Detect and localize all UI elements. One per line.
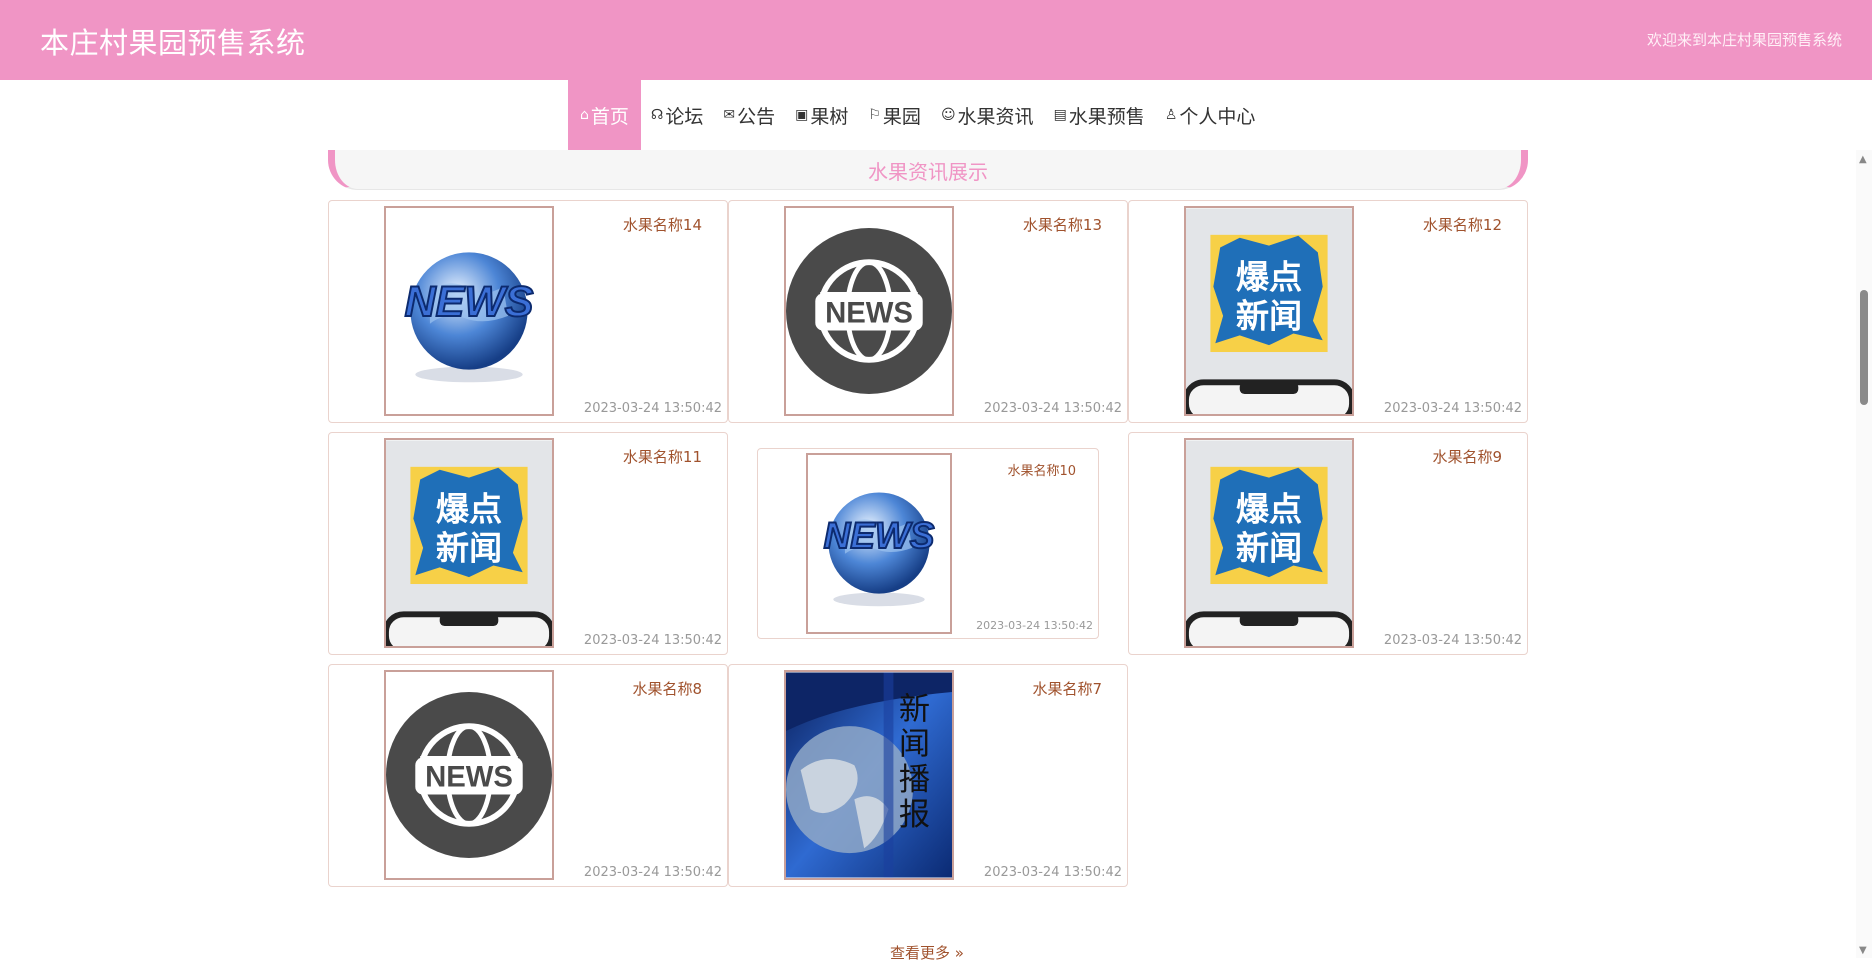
svg-text:新闻: 新闻	[1236, 297, 1302, 336]
nav-item-label: 个人中心	[1179, 105, 1256, 128]
news-title[interactable]: 水果名称9	[1432, 446, 1502, 467]
news-thumbnail[interactable]: NEWS	[784, 206, 954, 416]
news-card[interactable]: NEWS 水果名称8 2023-03-24 13:50:42	[328, 664, 728, 887]
svg-text:新闻: 新闻	[436, 529, 502, 568]
nav-item-label: 论坛	[665, 105, 704, 128]
news-time: 2023-03-24 13:50:42	[976, 619, 1093, 632]
svg-text:NEWS: NEWS	[405, 278, 534, 326]
nav-item-label: 水果预售	[1068, 105, 1145, 128]
news-thumbnail[interactable]: NEWS	[384, 670, 554, 880]
bao-dian-xin-wen-image: 爆点 新闻	[1186, 208, 1352, 414]
news-thumbnail[interactable]: 爆点 新闻	[1184, 438, 1354, 648]
page-scrollbar[interactable]: ▲ ▼	[1856, 150, 1872, 958]
xin-wen-bo-bao-image: 新闻播报	[786, 672, 952, 878]
svg-text:NEWS: NEWS	[824, 515, 935, 556]
svg-text:NEWS: NEWS	[825, 297, 913, 330]
news-card[interactable]: NEWS 水果名称10 2023-03-24 13:50:42	[757, 448, 1099, 639]
gift-icon: ▣	[795, 107, 809, 123]
news-card[interactable]: NEWS 水果名称13 2023-03-24 13:50:42	[728, 200, 1128, 423]
news-time: 2023-03-24 13:50:42	[583, 865, 722, 880]
section-title: 水果资讯展示	[868, 160, 988, 184]
scroll-down-arrow-icon[interactable]: ▼	[1859, 945, 1867, 956]
news-circle-image: NEWS	[386, 672, 552, 878]
news-title[interactable]: 水果名称10	[1007, 460, 1076, 479]
nav-item-profile[interactable]: ♙ 个人中心	[1155, 80, 1266, 150]
svg-text:新闻播报: 新闻播报	[893, 692, 930, 833]
svg-text:爆点: 爆点	[1236, 490, 1302, 529]
svg-text:爆点: 爆点	[436, 490, 502, 529]
site-title: 本庄村果园预售系统	[40, 26, 306, 60]
news-title[interactable]: 水果名称12	[1423, 214, 1502, 235]
user-icon: ♙	[1164, 107, 1178, 123]
main-nav: ⌂ 首页 ☊ 论坛 ✉ 公告 ▣ 果树 ⚐ 果园 ☺ 水果资讯 ▤ 水果预售 ♙…	[568, 80, 1265, 150]
section-heading: 水果资讯展示	[328, 150, 1528, 190]
news-title[interactable]: 水果名称14	[623, 214, 702, 235]
view-more-link[interactable]: 查看更多 »	[890, 942, 964, 963]
mail-icon: ✉	[723, 107, 736, 123]
scrollbar-thumb[interactable]	[1860, 290, 1868, 405]
svg-text:新闻: 新闻	[1236, 529, 1302, 568]
home-icon: ⌂	[580, 107, 589, 123]
news-title[interactable]: 水果名称13	[1023, 214, 1102, 235]
svg-text:NEWS: NEWS	[425, 761, 513, 794]
news-time: 2023-03-24 13:50:42	[583, 633, 722, 648]
news-thumbnail[interactable]: NEWS	[806, 453, 952, 634]
globe-news-image: NEWS	[808, 455, 950, 632]
news-time: 2023-03-24 13:50:42	[983, 865, 1122, 880]
svg-text:爆点: 爆点	[1236, 258, 1302, 297]
news-card[interactable]: 爆点 新闻 水果名称9 2023-03-24 13:50:42	[1128, 432, 1528, 655]
bao-dian-xin-wen-image: 爆点 新闻	[1186, 440, 1352, 646]
top-header-bar: 本庄村果园预售系统 欢迎来到本庄村果园预售系统	[0, 0, 1872, 80]
nav-item-presale[interactable]: ▤ 水果预售	[1044, 80, 1155, 150]
nav-item-label: 果园	[882, 105, 921, 128]
news-time: 2023-03-24 13:50:42	[983, 401, 1122, 416]
scroll-up-arrow-icon[interactable]: ▲	[1859, 154, 1867, 165]
news-circle-image: NEWS	[786, 208, 952, 414]
nav-item-fruit-news[interactable]: ☺ 水果资讯	[931, 80, 1044, 150]
nav-item-notice[interactable]: ✉ 公告	[713, 80, 785, 150]
news-thumbnail[interactable]: 爆点 新闻	[1184, 206, 1354, 416]
news-card[interactable]: 爆点 新闻 水果名称12 2023-03-24 13:50:42	[1128, 200, 1528, 423]
nav-item-forum[interactable]: ☊ 论坛	[641, 80, 713, 150]
news-thumbnail[interactable]: 新闻播报	[784, 670, 954, 880]
news-card[interactable]: NEWS 水果名称14 2023-03-24 13:50:42	[328, 200, 728, 423]
nav-item-label: 水果资讯	[957, 105, 1034, 128]
news-time: 2023-03-24 13:50:42	[1383, 401, 1522, 416]
news-card[interactable]: 爆点 新闻 水果名称11 2023-03-24 13:50:42	[328, 432, 728, 655]
globe-news-image: NEWS	[386, 208, 552, 414]
news-card[interactable]: 新闻播报 水果名称7 2023-03-24 13:50:42	[728, 664, 1128, 887]
nav-item-label: 首页	[590, 105, 629, 128]
news-thumbnail[interactable]: NEWS	[384, 206, 554, 416]
news-title[interactable]: 水果名称8	[632, 678, 702, 699]
news-time: 2023-03-24 13:50:42	[1383, 633, 1522, 648]
nav-item-label: 果树	[810, 105, 849, 128]
bao-dian-xin-wen-image: 爆点 新闻	[386, 440, 552, 646]
nav-item-fruit-tree[interactable]: ▣ 果树	[785, 80, 858, 150]
news-title[interactable]: 水果名称7	[1032, 678, 1102, 699]
welcome-text: 欢迎来到本庄村果园预售系统	[1646, 31, 1842, 49]
news-time: 2023-03-24 13:50:42	[583, 401, 722, 416]
nav-item-label: 公告	[737, 105, 776, 128]
smile-icon: ☺	[940, 107, 956, 123]
news-thumbnail[interactable]: 爆点 新闻	[384, 438, 554, 648]
flag-icon: ⚐	[868, 107, 881, 123]
nav-item-home[interactable]: ⌂ 首页	[568, 80, 641, 150]
news-title[interactable]: 水果名称11	[623, 446, 702, 467]
clipboard-icon: ▤	[1053, 107, 1067, 123]
chat-icon: ☊	[650, 107, 664, 123]
nav-item-orchard[interactable]: ⚐ 果园	[858, 80, 931, 150]
